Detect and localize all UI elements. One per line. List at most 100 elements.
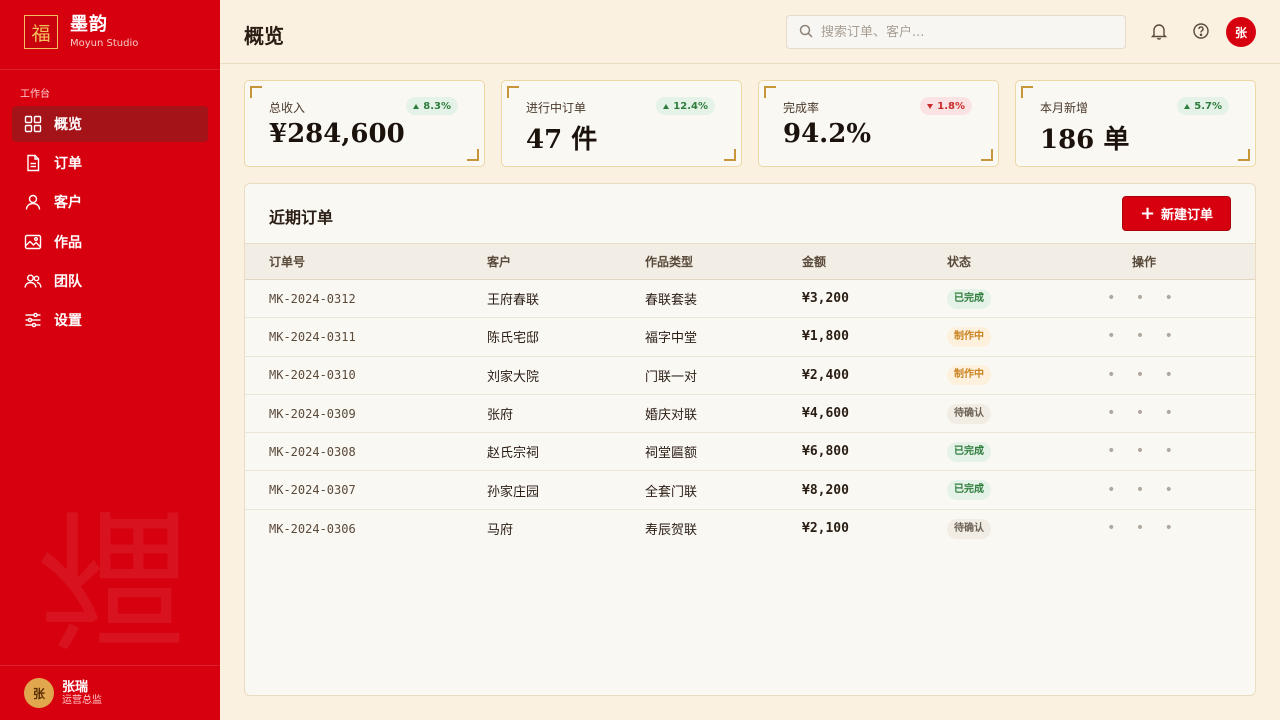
column-header[interactable]: 订单号 bbox=[245, 243, 487, 280]
column-header[interactable]: 客户 bbox=[487, 243, 645, 280]
order-amount: ¥2,100 bbox=[802, 521, 849, 537]
new-order-button[interactable]: + 新建订单 bbox=[1122, 196, 1231, 231]
sidebar-nav: 概览 订单 客户 作品 团队 设置 bbox=[12, 106, 208, 341]
sidebar-item-overview[interactable]: 概览 bbox=[12, 106, 208, 142]
status-badge: 已完成 bbox=[947, 480, 991, 501]
orders-table: 订单号 客户 作品类型 金额 状态 操作 MK-2024-0312 王府春联 春… bbox=[245, 243, 1255, 548]
search-input[interactable] bbox=[821, 24, 1111, 40]
trend-badge: 12.4% bbox=[656, 97, 715, 115]
sidebar-section-label: 工作台 bbox=[20, 89, 50, 100]
trend-badge: 1.8% bbox=[920, 97, 972, 115]
more-actions-icon[interactable]: • • • bbox=[1107, 290, 1181, 306]
work-type: 寿辰贺联 bbox=[645, 523, 698, 539]
avatar[interactable]: 张 bbox=[1226, 17, 1256, 47]
order-amount: ¥3,200 bbox=[802, 291, 849, 307]
corner-decoration bbox=[467, 149, 479, 161]
bell-icon[interactable] bbox=[1149, 21, 1169, 41]
corner-decoration bbox=[764, 86, 776, 98]
sidebar: 福 墨韵 Moyun Studio 工作台 概览 订单 客户 作品 团队 设置 … bbox=[0, 0, 220, 720]
sidebar-item-works[interactable]: 作品 bbox=[12, 224, 208, 260]
table-row[interactable]: MK-2024-0309 张府 婚庆对联 ¥4,600 待确认 • • • bbox=[245, 394, 1255, 433]
kpi-label: 总收入 bbox=[269, 101, 306, 115]
customer-name: 张府 bbox=[487, 408, 514, 424]
status-badge: 已完成 bbox=[947, 288, 991, 309]
column-header[interactable]: 作品类型 bbox=[645, 243, 802, 280]
table-row[interactable]: MK-2024-0306 马府 寿辰贺联 ¥2,100 待确认 • • • bbox=[245, 509, 1255, 547]
watermark-fu-character: 福 bbox=[38, 488, 189, 662]
column-header[interactable]: 状态 bbox=[947, 243, 1087, 280]
more-actions-icon[interactable]: • • • bbox=[1107, 328, 1181, 344]
avatar: 张 bbox=[24, 678, 54, 708]
order-id: MK-2024-0309 bbox=[269, 406, 356, 421]
order-amount: ¥8,200 bbox=[802, 482, 849, 498]
more-actions-icon[interactable]: • • • bbox=[1107, 367, 1181, 383]
status-badge: 制作中 bbox=[947, 365, 991, 386]
kpi-card-active-orders: 进行中订单 12.4% 47 件 bbox=[501, 80, 742, 167]
work-type: 婚庆对联 bbox=[645, 408, 698, 424]
order-amount: ¥4,600 bbox=[802, 406, 849, 422]
table-row[interactable]: MK-2024-0308 赵氏宗祠 祠堂匾额 ¥6,800 已完成 • • • bbox=[245, 433, 1255, 471]
customer-name: 刘家大院 bbox=[487, 369, 540, 385]
user-icon bbox=[24, 193, 42, 211]
more-actions-icon[interactable]: • • • bbox=[1107, 520, 1181, 536]
sidebar-item-label: 订单 bbox=[54, 156, 82, 173]
current-user[interactable]: 张 张瑞 运营总监 bbox=[24, 678, 102, 708]
sidebar-item-customers[interactable]: 客户 bbox=[12, 184, 208, 220]
user-role: 运营总监 bbox=[62, 694, 102, 706]
recent-orders-panel: 近期订单 + 新建订单 订单号 客户 作品类型 金额 状态 操作 MK-2024-… bbox=[244, 183, 1256, 696]
help-icon[interactable] bbox=[1191, 21, 1211, 41]
arrow-up-icon bbox=[663, 103, 670, 109]
sidebar-item-label: 设置 bbox=[54, 312, 82, 329]
kpi-label: 完成率 bbox=[783, 101, 820, 115]
kpi-card-revenue: 总收入 8.3% ¥284,600 bbox=[244, 80, 485, 167]
corner-decoration bbox=[1238, 149, 1250, 161]
plus-icon: + bbox=[1139, 202, 1156, 224]
order-amount: ¥1,800 bbox=[802, 329, 849, 345]
team-icon bbox=[24, 272, 42, 290]
table-row[interactable]: MK-2024-0312 王府春联 春联套装 ¥3,200 已完成 • • • bbox=[245, 280, 1255, 318]
corner-decoration bbox=[981, 149, 993, 161]
brand-name: 墨韵 bbox=[70, 14, 108, 35]
arrow-up-icon bbox=[1184, 103, 1191, 109]
work-type: 福字中堂 bbox=[645, 331, 698, 347]
user-name: 张瑞 bbox=[62, 679, 89, 695]
corner-decoration bbox=[250, 86, 262, 98]
table-row[interactable]: MK-2024-0307 孙家庄园 全套门联 ¥8,200 已完成 • • • bbox=[245, 471, 1255, 510]
kpi-value: 94.2% bbox=[783, 119, 872, 149]
arrow-down-icon bbox=[927, 103, 934, 109]
document-icon bbox=[24, 154, 42, 172]
customer-name: 陈氏宅邸 bbox=[487, 331, 540, 347]
search-box[interactable] bbox=[786, 15, 1126, 49]
more-actions-icon[interactable]: • • • bbox=[1107, 443, 1181, 459]
order-amount: ¥2,400 bbox=[802, 367, 849, 383]
order-id: MK-2024-0307 bbox=[269, 483, 356, 498]
sidebar-item-label: 客户 bbox=[54, 195, 82, 212]
table-row[interactable]: MK-2024-0311 陈氏宅邸 福字中堂 ¥1,800 制作中 • • • bbox=[245, 318, 1255, 357]
brand-logo: 福 bbox=[24, 15, 58, 49]
sidebar-item-team[interactable]: 团队 bbox=[12, 263, 208, 299]
order-id: MK-2024-0311 bbox=[269, 329, 356, 344]
status-badge: 待确认 bbox=[947, 403, 991, 424]
kpi-value: 186 单 bbox=[1040, 125, 1130, 155]
page-title: 概览 bbox=[244, 24, 284, 48]
sidebar-item-settings[interactable]: 设置 bbox=[12, 302, 208, 338]
more-actions-icon[interactable]: • • • bbox=[1107, 482, 1181, 498]
kpi-label: 进行中订单 bbox=[526, 101, 587, 115]
kpi-value: ¥284,600 bbox=[269, 119, 405, 149]
work-type: 门联一对 bbox=[645, 369, 698, 385]
trend-badge: 8.3% bbox=[406, 97, 458, 115]
order-id: MK-2024-0306 bbox=[269, 521, 356, 536]
more-actions-icon[interactable]: • • • bbox=[1107, 405, 1181, 421]
corner-decoration bbox=[724, 149, 736, 161]
kpi-value: 47 件 bbox=[526, 125, 598, 155]
column-header[interactable]: 金额 bbox=[802, 243, 947, 280]
table-row[interactable]: MK-2024-0310 刘家大院 门联一对 ¥2,400 制作中 • • • bbox=[245, 356, 1255, 395]
kpi-card-completion-rate: 完成率 1.8% 94.2% bbox=[758, 80, 999, 167]
sidebar-divider bbox=[0, 665, 220, 666]
work-type: 祠堂匾额 bbox=[645, 446, 698, 462]
sidebar-item-orders[interactable]: 订单 bbox=[12, 145, 208, 181]
image-icon bbox=[24, 233, 42, 251]
brand[interactable]: 福 墨韵 Moyun Studio bbox=[24, 15, 138, 49]
table-header-row: 订单号 客户 作品类型 金额 状态 操作 bbox=[245, 243, 1255, 280]
panel-title: 近期订单 bbox=[269, 208, 334, 227]
